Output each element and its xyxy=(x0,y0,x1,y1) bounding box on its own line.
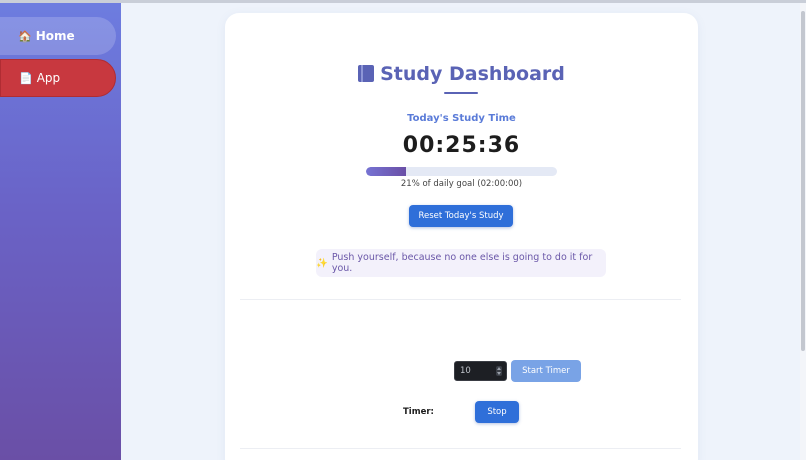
quote-text: Push yourself, because no one else is go… xyxy=(331,252,593,274)
today-study-label: Today's Study Time xyxy=(407,113,516,124)
goal-progress-text: 21% of daily goal (02:00:00) xyxy=(400,179,523,189)
timer-minutes-value: 10 xyxy=(460,366,471,376)
timer-minutes-input[interactable]: 10 xyxy=(454,361,507,381)
goal-progress-bar xyxy=(366,167,557,176)
start-timer-button[interactable]: Start Timer xyxy=(511,360,581,382)
sidebar-item-home[interactable]: 🏠 Home xyxy=(0,17,116,55)
title-underline xyxy=(444,92,478,94)
sparkles-icon: ✨ xyxy=(316,257,328,269)
page-title-text: Study Dashboard xyxy=(380,63,565,85)
timer-label: Timer: xyxy=(403,407,434,417)
divider xyxy=(240,448,681,449)
dashboard-card: Study Dashboard Today's Study Time 00:25… xyxy=(225,13,698,460)
divider xyxy=(240,299,681,300)
notebook-icon xyxy=(358,65,375,82)
study-time-display: 00:25:36 xyxy=(402,133,521,158)
sidebar-item-app[interactable]: 📄 App xyxy=(0,59,116,97)
reset-study-button[interactable]: Reset Today's Study xyxy=(409,205,513,227)
sidebar: 🏠 Home 📄 App xyxy=(0,0,121,460)
window-top-border xyxy=(0,0,806,3)
scrollbar-thumb[interactable] xyxy=(801,11,805,351)
page-scrollbar[interactable] xyxy=(800,3,806,460)
goal-progress-fill xyxy=(366,167,407,176)
motivational-quote: ✨ Push yourself, because no one else is … xyxy=(316,249,606,277)
home-icon: 🏠 xyxy=(18,29,32,43)
sidebar-item-label: App xyxy=(36,71,61,85)
stop-timer-button[interactable]: Stop xyxy=(475,401,519,423)
sidebar-item-label: Home xyxy=(35,29,75,43)
spinner-arrows-icon[interactable] xyxy=(496,366,502,376)
page-icon: 📄 xyxy=(19,71,33,85)
page-title: Study Dashboard xyxy=(225,63,698,85)
